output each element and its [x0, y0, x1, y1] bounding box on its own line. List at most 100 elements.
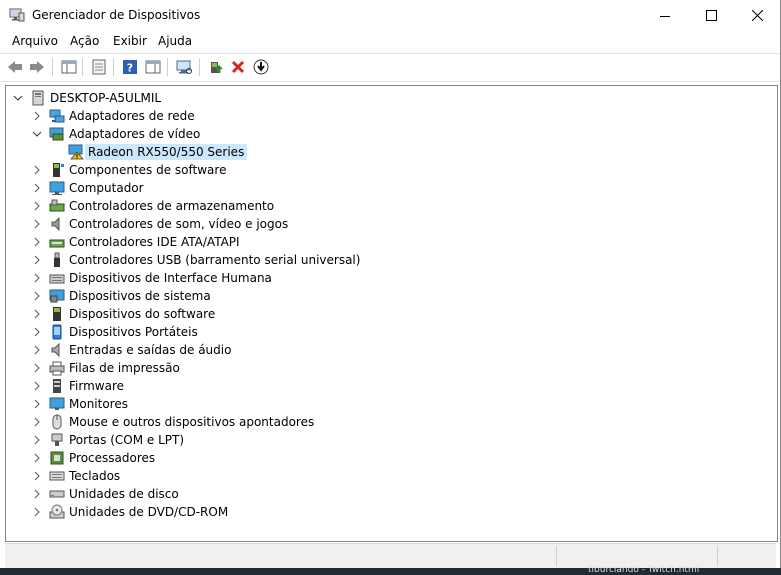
expand-toggle-expanded[interactable]: [11, 90, 25, 106]
chevron-right-icon: [34, 363, 40, 373]
chevron-right-icon: [34, 471, 40, 481]
tree-category-item[interactable]: Teclados: [6, 467, 777, 485]
chevron-right-icon: [34, 309, 40, 319]
chevron-right-icon: [34, 327, 40, 337]
tree-root-node[interactable]: DESKTOP-A5ULMIL: [6, 89, 777, 107]
network-adapter-icon: [49, 108, 65, 124]
tree-category-item[interactable]: Mouse e outros dispositivos apontadores: [6, 413, 777, 431]
tree-category-item[interactable]: Dispositivos do software: [6, 305, 777, 323]
show-hide-console-tree-button[interactable]: [60, 58, 78, 76]
expand-toggle-collapsed[interactable]: [30, 342, 44, 358]
tree-category-item[interactable]: Componentes de software: [6, 161, 777, 179]
status-bar-segment: [717, 546, 776, 566]
maximize-icon: [705, 10, 717, 21]
expand-toggle-collapsed[interactable]: [30, 252, 44, 268]
chevron-right-icon: [34, 453, 40, 463]
tree-category-label: Monitores: [69, 397, 128, 411]
tree-category-item[interactable]: Dispositivos de Interface Humana: [6, 269, 777, 287]
minimize-icon: [660, 15, 670, 17]
forward-button[interactable]: [28, 58, 46, 76]
back-button[interactable]: [6, 58, 24, 76]
display-adapter-warning-icon: [68, 144, 84, 160]
expand-toggle-collapsed[interactable]: [30, 198, 44, 214]
monitor-icon: [49, 396, 65, 412]
properties-button[interactable]: [90, 58, 108, 76]
expand-toggle-collapsed[interactable]: [30, 486, 44, 502]
chevron-down-icon: [13, 95, 23, 101]
tree-device-item[interactable]: Radeon RX550/550 Series: [6, 143, 777, 161]
uninstall-device-button[interactable]: [229, 58, 247, 76]
tree-category-item[interactable]: Dispositivos de sistema: [6, 287, 777, 305]
tree-category-item[interactable]: Unidades de disco: [6, 485, 777, 503]
disable-device-button[interactable]: [252, 58, 270, 76]
device-tree[interactable]: DESKTOP-A5ULMIL Adaptadores de rede Adapta…: [5, 85, 778, 542]
status-bar-segment: [556, 546, 717, 566]
tree-category-label: Dispositivos do software: [69, 307, 216, 321]
expand-toggle-expanded[interactable]: [30, 126, 44, 142]
tree-category-item[interactable]: Controladores de som, vídeo e jogos: [6, 215, 777, 233]
tree-category-item[interactable]: Entradas e saídas de áudio: [6, 341, 777, 359]
tree-category-item[interactable]: Firmware: [6, 377, 777, 395]
computer-icon: [49, 180, 65, 196]
tree-category-label: Mouse e outros dispositivos apontadores: [69, 415, 315, 429]
chevron-right-icon: [34, 237, 40, 247]
chevron-right-icon: [34, 273, 40, 283]
tree-category-label: Controladores IDE ATA/ATAPI: [69, 235, 240, 249]
close-button[interactable]: [734, 0, 780, 31]
menu-ajuda[interactable]: Ajuda: [156, 34, 194, 48]
toolbar-separator: [167, 58, 168, 76]
chevron-right-icon: [34, 255, 40, 265]
action-pane-button[interactable]: [144, 58, 162, 76]
expand-toggle-collapsed[interactable]: [30, 324, 44, 340]
update-driver-icon: [211, 62, 223, 73]
expand-toggle-collapsed[interactable]: [30, 504, 44, 520]
forward-arrow-icon: [30, 61, 44, 73]
chevron-right-icon: [34, 183, 40, 193]
tree-category-label: Controladores USB (barramento serial uni…: [69, 253, 361, 267]
expand-toggle-collapsed[interactable]: [30, 180, 44, 196]
help-icon: ?: [123, 60, 137, 75]
expand-toggle-collapsed[interactable]: [30, 108, 44, 124]
title-bar[interactable]: Gerenciador de Dispositivos: [0, 0, 780, 31]
minimize-button[interactable]: [642, 0, 688, 31]
scan-hardware-button[interactable]: [175, 58, 193, 76]
tree-category-item[interactable]: Adaptadores de vídeo: [6, 125, 777, 143]
expand-toggle-collapsed[interactable]: [30, 162, 44, 178]
expand-toggle-collapsed[interactable]: [30, 378, 44, 394]
maximize-button[interactable]: [688, 0, 734, 31]
menu-arquivo[interactable]: Arquivo: [10, 34, 60, 48]
update-driver-button[interactable]: [207, 58, 225, 76]
tree-category-item[interactable]: Portas (COM e LPT): [6, 431, 777, 449]
menu-exibir[interactable]: Exibir: [111, 34, 149, 48]
help-button[interactable]: ?: [121, 58, 139, 76]
tree-category-item[interactable]: Dispositivos Portáteis: [6, 323, 777, 341]
expand-toggle-collapsed[interactable]: [30, 468, 44, 484]
tree-category-item[interactable]: Controladores de armazenamento: [6, 197, 777, 215]
expand-toggle-collapsed[interactable]: [30, 396, 44, 412]
expand-toggle-collapsed[interactable]: [30, 432, 44, 448]
expand-toggle-collapsed[interactable]: [30, 270, 44, 286]
tree-category-item[interactable]: Computador: [6, 179, 777, 197]
chevron-right-icon: [34, 165, 40, 175]
tree-category-label: Dispositivos Portáteis: [69, 325, 198, 339]
tree-category-label: Dispositivos de Interface Humana: [69, 271, 272, 285]
software-device-icon: [49, 306, 65, 322]
expand-toggle-collapsed[interactable]: [30, 414, 44, 430]
tree-category-item[interactable]: Monitores: [6, 395, 777, 413]
tree-category-item[interactable]: Controladores USB (barramento serial uni…: [6, 251, 777, 269]
expand-toggle-collapsed[interactable]: [30, 216, 44, 232]
expand-toggle-collapsed[interactable]: [30, 306, 44, 322]
hid-icon: [49, 270, 65, 286]
expand-toggle-collapsed[interactable]: [30, 450, 44, 466]
tree-category-item[interactable]: Filas de impressão: [6, 359, 777, 377]
expand-toggle-collapsed[interactable]: [30, 288, 44, 304]
expand-toggle-collapsed[interactable]: [30, 234, 44, 250]
menu-acao[interactable]: Ação: [68, 34, 101, 48]
tree-category-item[interactable]: Processadores: [6, 449, 777, 467]
keyboard-icon: [49, 468, 65, 484]
tree-category-item[interactable]: Adaptadores de rede: [6, 107, 777, 125]
tree-category-item[interactable]: Controladores IDE ATA/ATAPI: [6, 233, 777, 251]
tree-category-item[interactable]: Unidades de DVD/CD-ROM: [6, 503, 777, 521]
expand-toggle-collapsed[interactable]: [30, 360, 44, 376]
system-device-icon: [49, 288, 65, 304]
